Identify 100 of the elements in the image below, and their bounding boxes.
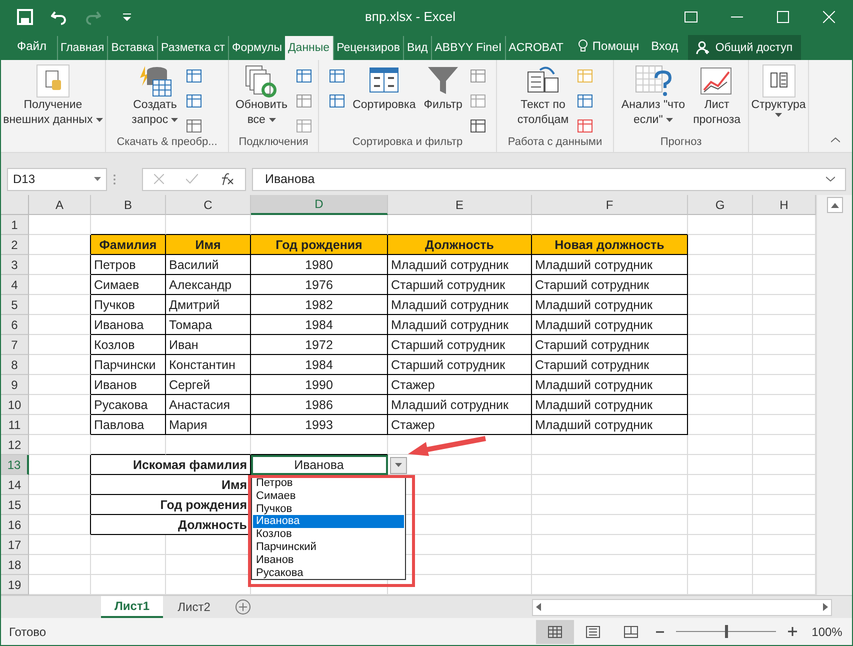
- table-cell: [29, 535, 91, 555]
- horizontal-scrollbar[interactable]: [532, 598, 832, 616]
- table-cell: [688, 455, 753, 475]
- column-header[interactable]: E: [388, 195, 532, 215]
- row-header[interactable]: 17: [1, 535, 29, 555]
- save-button[interactable]: [15, 6, 35, 26]
- table-cell: [29, 455, 91, 475]
- table-cell: Искомая фамилия: [91, 455, 251, 475]
- row-header[interactable]: 2: [1, 235, 29, 255]
- view-button[interactable]: [536, 620, 574, 644]
- ribbon-button[interactable]: Текст по столбцам: [515, 64, 571, 136]
- table-cell: Парчински: [91, 355, 166, 375]
- table-cell: Младший сотрудник: [388, 255, 532, 275]
- column-header[interactable]: D: [251, 195, 388, 215]
- table-cell: [29, 275, 91, 295]
- table-cell: [29, 435, 91, 455]
- row-header[interactable]: 1: [1, 215, 29, 235]
- row-header[interactable]: 3: [1, 255, 29, 275]
- row-header[interactable]: 14: [1, 475, 29, 495]
- ribbon-button[interactable]: Получение внешних данных: [1, 64, 105, 136]
- row-header[interactable]: 18: [1, 555, 29, 575]
- dropdown-button[interactable]: [390, 457, 407, 474]
- share-button[interactable]: Общий доступ: [688, 35, 801, 60]
- column-header[interactable]: F: [532, 195, 688, 215]
- table-cell: [688, 315, 753, 335]
- group-label: Подключения: [238, 136, 310, 150]
- dropdown-option[interactable]: Симаев: [253, 490, 404, 503]
- table-cell: Новая должность: [532, 235, 688, 255]
- column-header[interactable]: B: [91, 195, 166, 215]
- table-cell: 1982: [251, 295, 388, 315]
- row-header[interactable]: 11: [1, 415, 29, 435]
- table-cell: [688, 475, 753, 495]
- dropdown-option[interactable]: Русакова: [253, 566, 404, 580]
- row-header[interactable]: 6: [1, 315, 29, 335]
- dropdown-option[interactable]: Иванова: [253, 515, 404, 528]
- dropdown-option[interactable]: Пучков: [253, 502, 404, 516]
- save-icon: [17, 8, 33, 24]
- ribbon-button[interactable]: Структура: [749, 64, 808, 136]
- dropdown-option[interactable]: Иванов: [253, 554, 404, 567]
- table-cell: Младший сотрудник: [532, 255, 688, 275]
- zoom-thumb[interactable]: [725, 625, 728, 638]
- ribbon-button[interactable]: Создать запрос: [130, 64, 180, 136]
- table-cell: [29, 215, 91, 235]
- table-cell: Старший сотрудник: [388, 275, 532, 295]
- table-cell: [29, 315, 91, 335]
- ribbon-button[interactable]: Фильтр: [422, 64, 464, 136]
- scroll-up-button[interactable]: [826, 197, 842, 213]
- group-label: Сортировка и фильтр: [351, 136, 464, 150]
- table-cell: [688, 435, 753, 455]
- ribbon-button[interactable]: Анализ "что если": [619, 64, 688, 136]
- caret-right-icon: [823, 603, 828, 611]
- table-cell: [688, 535, 753, 555]
- column-header[interactable]: C: [166, 195, 251, 215]
- caret-left-icon: [536, 603, 541, 611]
- ribbon-button[interactable]: Обновить все: [233, 64, 290, 136]
- grid-icon: [186, 93, 202, 109]
- table-cell: Стажер: [388, 415, 532, 435]
- row-header[interactable]: 19: [1, 575, 29, 595]
- ribbon-tab[interactable]: Данные: [285, 36, 333, 60]
- row-header[interactable]: 13: [1, 455, 29, 475]
- column-header[interactable]: A: [29, 195, 91, 215]
- table-cell: [688, 355, 753, 375]
- row-header[interactable]: 15: [1, 495, 29, 515]
- table-cell: Старший сотрудник: [388, 355, 532, 375]
- sheet-tab[interactable]: Лист2: [163, 596, 225, 618]
- sign-in-button[interactable]: Вход: [643, 32, 686, 60]
- ribbon-button[interactable]: Сортировка: [350, 64, 418, 136]
- row-header[interactable]: 16: [1, 515, 29, 535]
- table-cell: Томара: [166, 315, 251, 335]
- row-header[interactable]: 7: [1, 335, 29, 355]
- table-icon: [576, 93, 593, 109]
- help-button[interactable]: Помощн: [574, 32, 644, 60]
- column-header[interactable]: H: [753, 195, 816, 215]
- row-header[interactable]: 12: [1, 435, 29, 455]
- row-header[interactable]: 9: [1, 375, 29, 395]
- row-header[interactable]: 10: [1, 395, 29, 415]
- dropdown-option[interactable]: Парчинский: [253, 540, 404, 554]
- formula-field[interactable]: Иванова: [252, 168, 846, 190]
- dropdown-option[interactable]: Козлов: [253, 528, 404, 541]
- table-cell: [29, 495, 91, 515]
- table-cell: Старший сотрудник: [532, 275, 688, 295]
- table-cell: Мария: [166, 415, 251, 435]
- row-header[interactable]: 4: [1, 275, 29, 295]
- sheet-tab[interactable]: Лист1: [101, 596, 163, 618]
- table-cell[interactable]: Иванова: [251, 455, 388, 475]
- file-tab[interactable]: Файл: [9, 32, 57, 60]
- ribbon-button[interactable]: Лист прогноза: [691, 64, 743, 136]
- table-cell: [29, 395, 91, 415]
- name-box[interactable]: D13: [7, 168, 107, 190]
- row-header[interactable]: 5: [1, 295, 29, 315]
- table-cell: Старший сотрудник: [388, 335, 532, 355]
- table-cell: Пучков: [91, 295, 166, 315]
- row-header[interactable]: 8: [1, 355, 29, 375]
- check-icon: [186, 174, 198, 184]
- table-cell: Анастасия: [166, 395, 251, 415]
- chevron-up-icon: [831, 137, 840, 143]
- dropdown-option[interactable]: Петров: [253, 477, 404, 490]
- table-cell: [688, 555, 753, 575]
- table-icon: [470, 93, 486, 109]
- column-header[interactable]: G: [688, 195, 753, 215]
